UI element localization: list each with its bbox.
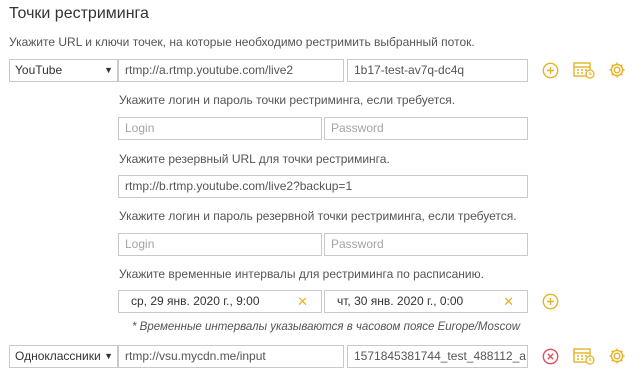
schedule-hint: Укажите временные интервалы для рестрими… <box>119 267 484 281</box>
calendar-schedule-icon[interactable] <box>573 61 595 79</box>
section-title: Точки рестриминга <box>9 5 149 22</box>
plus-circle-icon[interactable] <box>542 62 559 79</box>
timezone-note: * Временные интервалы указываются в часо… <box>132 321 521 333</box>
backup-password-input-1[interactable]: Password <box>324 233 528 256</box>
x-circle-icon[interactable] <box>542 348 559 365</box>
backup-login-hint: Укажите логин и пароль резервной точки р… <box>119 209 517 223</box>
chevron-down-icon: ▼ <box>104 351 113 361</box>
key-input-1[interactable]: 1b17-test-av7q-dc4q <box>347 59 528 82</box>
key-input-2[interactable]: 1571845381744_test_488112_a <box>347 345 528 368</box>
gear-icon[interactable] <box>608 347 626 365</box>
plus-circle-icon[interactable] <box>542 293 559 310</box>
schedule-end-value: чт, 30 янв. 2020 г., 0:00 <box>337 294 464 308</box>
login-input-1[interactable]: Login <box>118 117 322 140</box>
backup-url-hint: Укажите резервный URL для точки рестрими… <box>119 152 390 166</box>
backup-url-input-1[interactable]: rtmp://b.rtmp.youtube.com/live2?backup=1 <box>118 175 528 198</box>
schedule-start-value: ср, 29 янв. 2020 г., 9:00 <box>131 294 260 308</box>
section-description: Укажите URL и ключи точек, на которые не… <box>9 35 475 49</box>
calendar-schedule-icon[interactable] <box>573 347 595 365</box>
login-hint: Укажите логин и пароль точки рестриминга… <box>119 93 456 107</box>
service-select-value: Одноклассники <box>15 349 101 363</box>
service-select-value: YouTube <box>15 63 63 77</box>
schedule-end-input[interactable]: чт, 30 янв. 2020 г., 0:00 ✕ <box>324 290 528 313</box>
clear-icon[interactable]: ✕ <box>503 291 514 312</box>
service-select-2[interactable]: Одноклассники ▼ <box>9 345 118 368</box>
schedule-start-input[interactable]: ср, 29 янв. 2020 г., 9:00 ✕ <box>118 290 322 313</box>
backup-login-input-1[interactable]: Login <box>118 233 322 256</box>
clear-icon[interactable]: ✕ <box>297 291 308 312</box>
password-input-1[interactable]: Password <box>324 117 528 140</box>
chevron-down-icon: ▼ <box>104 65 113 75</box>
service-select-1[interactable]: YouTube ▼ <box>9 59 118 82</box>
url-input-2[interactable]: rtmp://vsu.mycdn.me/input <box>118 345 344 368</box>
gear-icon[interactable] <box>608 61 626 79</box>
url-input-1[interactable]: rtmp://a.rtmp.youtube.com/live2 <box>118 59 344 82</box>
